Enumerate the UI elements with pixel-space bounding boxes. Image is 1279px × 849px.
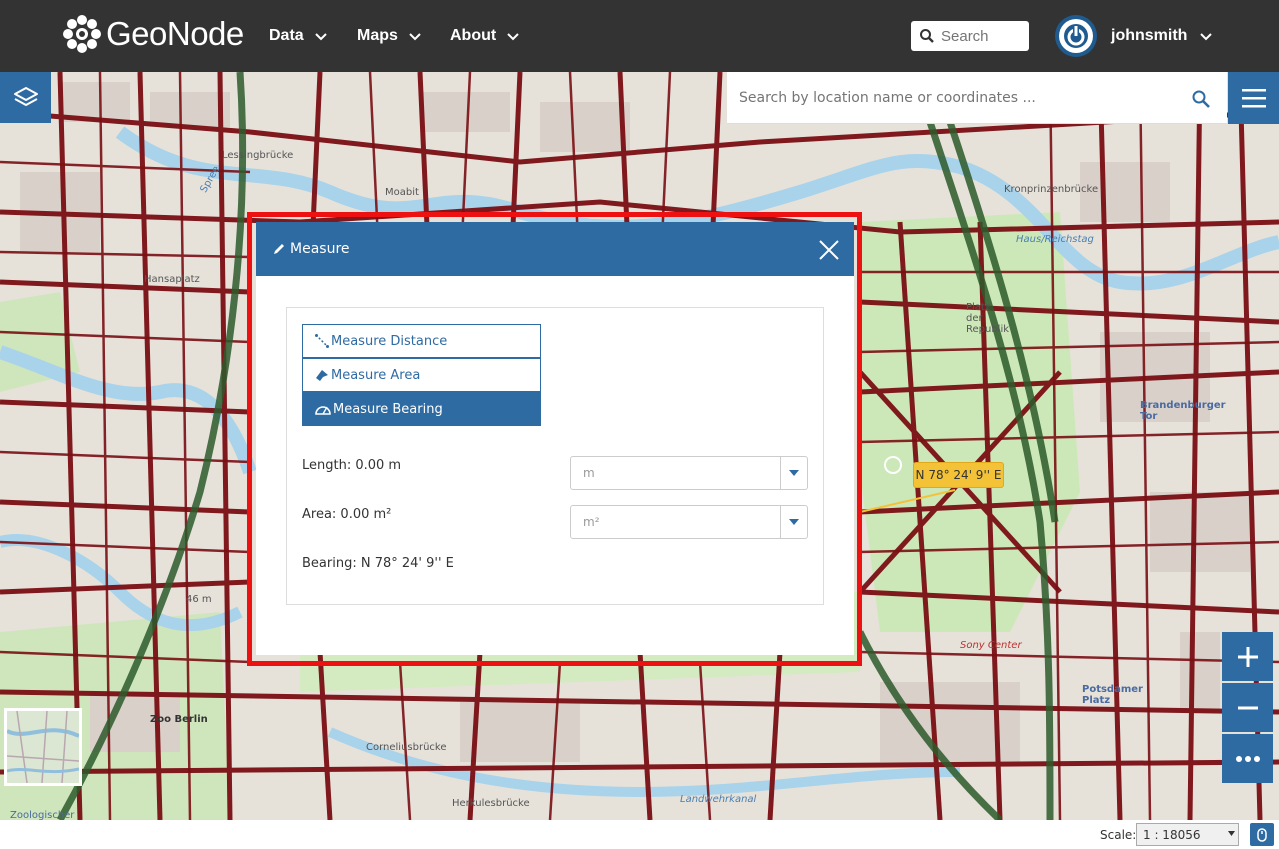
protractor-icon <box>315 406 331 415</box>
map-label: Sony Center <box>960 640 1022 651</box>
brand-name: GeoNode <box>106 15 244 52</box>
length-readout: Length: 0.00 m <box>302 458 402 473</box>
map-label: Potsdamer Platz <box>1082 684 1143 706</box>
measure-distance-label: Measure Distance <box>331 333 448 349</box>
hamburger-menu-button[interactable] <box>1228 72 1279 124</box>
length-unit-select[interactable]: m <box>570 456 808 490</box>
map-label: Brandenburger Tor <box>1140 400 1226 422</box>
mouse-position-toggle[interactable] <box>1250 823 1274 846</box>
nav-menu-label: Data <box>269 27 304 44</box>
close-icon[interactable] <box>818 239 840 261</box>
scale-value: 1 : 18056 <box>1143 827 1201 842</box>
zoom-out-button[interactable] <box>1222 683 1273 732</box>
overview-minimap[interactable] <box>4 708 82 786</box>
length-unit-value: m <box>583 466 595 480</box>
measure-bearing-button[interactable]: Measure Bearing <box>302 392 541 426</box>
chevron-down-icon <box>314 33 327 41</box>
geonode-flower-icon <box>63 15 101 53</box>
area-readout: Area: 0.00 m² <box>302 507 392 522</box>
nav-menu-label: About <box>450 27 497 44</box>
caret-down-icon <box>1228 831 1235 836</box>
measure-distance-button[interactable]: Measure Distance <box>302 324 541 358</box>
map-label: Kronprinzenbrücke <box>1004 184 1099 195</box>
measure-panel: Measure Distance Measure Area Measure Be… <box>286 307 824 605</box>
map-label: Zoo Berlin <box>150 714 208 725</box>
area-unit-value: m² <box>583 515 600 529</box>
chevron-down-icon <box>507 33 519 41</box>
map-footer: Scale: 1 : 18056 <box>0 820 1279 849</box>
more-options-button[interactable] <box>1222 734 1273 783</box>
nav-menu-about[interactable]: About <box>450 22 520 50</box>
navbar-search[interactable] <box>911 21 1029 51</box>
layers-icon <box>13 86 38 106</box>
minus-icon <box>1237 706 1258 709</box>
location-search[interactable] <box>727 72 1227 124</box>
caret-down-icon <box>780 457 807 489</box>
scale-select[interactable]: 1 : 18056 <box>1136 823 1239 846</box>
measure-area-label: Measure Area <box>331 367 421 383</box>
map-label: Landwehrkanal <box>680 794 757 805</box>
chevron-down-icon <box>1200 33 1213 41</box>
user-menu[interactable]: johnsmith <box>1055 15 1213 57</box>
map-label: Lessingbrücke <box>222 150 294 161</box>
dialog-title: Measure <box>290 241 350 257</box>
map-label: Haus/Reichstag <box>1016 234 1094 245</box>
area-unit-select[interactable]: m² <box>570 505 808 539</box>
ellipsis-icon <box>1235 755 1260 762</box>
search-icon <box>920 29 934 43</box>
measure-area-button[interactable]: Measure Area <box>302 358 541 392</box>
username: johnsmith <box>1111 27 1188 44</box>
nav-menu-data[interactable]: Data <box>269 22 328 50</box>
pencil-icon <box>274 244 284 254</box>
zoom-in-button[interactable] <box>1222 632 1273 681</box>
map-label: Herkulesbrücke <box>452 798 530 809</box>
map-label: Zoologischer <box>10 810 75 820</box>
layers-button[interactable] <box>0 72 51 123</box>
top-navbar: GeoNode Data Maps About johnsmith <box>0 0 1279 72</box>
caret-down-icon <box>780 506 807 538</box>
measure-dialog: Measure Measure Distance Measure Area Me… <box>256 222 854 655</box>
nav-menu-label: Maps <box>357 27 398 44</box>
nav-menu-maps[interactable]: Maps <box>357 22 422 50</box>
scale-label: Scale: <box>1100 828 1137 842</box>
mouse-icon <box>1257 827 1267 842</box>
map-label: Moabit <box>385 187 419 198</box>
geonode-logo[interactable]: GeoNode <box>62 12 244 56</box>
zoom-controls <box>1222 632 1273 785</box>
plus-icon <box>1237 646 1258 667</box>
map-label: Platz der Republik <box>966 302 1010 335</box>
area-icon <box>316 370 328 381</box>
bearing-tooltip: N 78° 24' 9'' E <box>913 462 1004 488</box>
measure-bearing-label: Measure Bearing <box>333 401 443 417</box>
dialog-header: Measure <box>256 222 854 276</box>
navbar-search-input[interactable] <box>941 23 1021 49</box>
chevron-down-icon <box>409 33 421 41</box>
hamburger-icon <box>1241 89 1266 108</box>
minimap-tiles <box>7 711 79 783</box>
search-icon[interactable] <box>1191 89 1211 109</box>
bearing-readout: Bearing: N 78° 24' 9'' E <box>302 556 454 571</box>
ruler-line-icon <box>315 334 329 348</box>
map-label: 46 m <box>186 594 212 605</box>
location-search-input[interactable] <box>739 89 1179 106</box>
map-label: Hansaplatz <box>144 274 200 285</box>
map-label: Corneliusbrücke <box>366 742 447 753</box>
power-icon <box>1059 19 1093 53</box>
avatar <box>1055 15 1097 57</box>
